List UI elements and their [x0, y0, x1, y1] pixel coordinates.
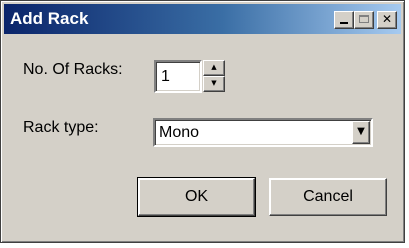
minimize-button[interactable]: [334, 11, 354, 29]
title-bar[interactable]: Add Rack ✕: [4, 4, 401, 34]
racks-label: No. Of Racks:: [23, 61, 123, 78]
spin-up-button[interactable]: ▲: [203, 60, 225, 76]
spin-down-icon: ▼: [211, 79, 217, 87]
dropdown-button[interactable]: ▼: [352, 121, 370, 144]
close-button[interactable]: ✕: [377, 11, 397, 29]
spin-down-button[interactable]: ▼: [203, 76, 225, 92]
spin-up-icon: ▲: [211, 63, 217, 71]
cancel-button[interactable]: Cancel: [269, 178, 387, 216]
close-icon: ✕: [381, 12, 393, 26]
rack-type-select[interactable]: Mono ▼: [153, 118, 373, 147]
racks-input[interactable]: [159, 66, 201, 88]
add-rack-dialog: Add Rack ✕ No. Of Racks: ▲ ▼ Rack type: …: [0, 0, 405, 243]
racks-field[interactable]: [154, 60, 202, 93]
maximize-icon: [359, 15, 369, 23]
minimize-icon: [340, 22, 348, 24]
window-title: Add Rack: [10, 9, 89, 28]
maximize-button: [354, 11, 374, 29]
chevron-down-icon: ▼: [357, 126, 365, 137]
ok-button[interactable]: OK: [137, 177, 256, 217]
rack-type-value: Mono: [159, 124, 200, 141]
rack-type-label: Rack type:: [23, 119, 99, 136]
